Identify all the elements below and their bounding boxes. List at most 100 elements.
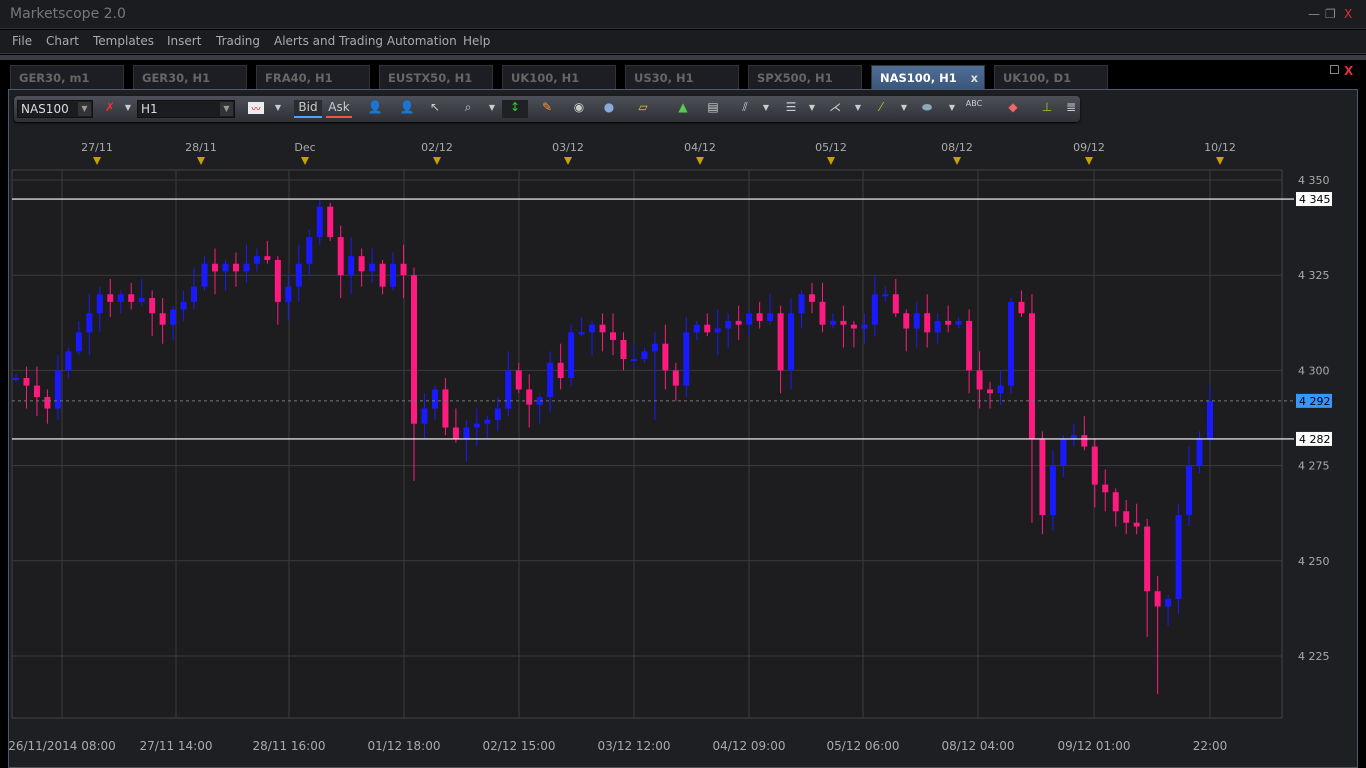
candle-body xyxy=(421,408,428,424)
candle-body xyxy=(1186,465,1193,516)
candle-body xyxy=(44,397,51,409)
date-label: 05/12 xyxy=(815,141,847,154)
y-tick-label: 4 250 xyxy=(1298,555,1330,568)
candle-body xyxy=(117,294,124,302)
candle-body xyxy=(1123,511,1130,523)
date-label: 04/12 xyxy=(684,141,716,154)
x-tick-label: 08/12 04:00 xyxy=(942,739,1015,753)
candle-body xyxy=(222,263,229,272)
candle-body xyxy=(232,263,239,272)
candle-body xyxy=(494,408,501,420)
candle xyxy=(1008,298,1014,394)
x-tick-label: 27/11 14:00 xyxy=(140,739,213,753)
candle-body xyxy=(767,313,774,321)
candle-body xyxy=(840,320,847,325)
candle-body xyxy=(966,320,973,371)
candle-body xyxy=(348,256,355,276)
candle xyxy=(1175,503,1182,615)
candle-body xyxy=(13,378,19,381)
x-tick-label: 03/12 12:00 xyxy=(598,739,671,753)
candle-body xyxy=(861,324,868,329)
candle-body xyxy=(274,259,281,302)
candle-body xyxy=(400,263,407,276)
price-chart[interactable]: 4 345 4 282 4 292 26/11/2014 08:00 27/11 14… xyxy=(0,0,1366,768)
candle-body xyxy=(1102,484,1109,493)
candle-body xyxy=(651,343,658,352)
price-tag-label: 4 345 xyxy=(1299,193,1331,206)
candle-body xyxy=(1154,591,1161,607)
y-tick-label: 4 275 xyxy=(1298,460,1330,473)
candle-body xyxy=(704,324,711,333)
date-label: 09/12 xyxy=(1073,141,1105,154)
candle-body xyxy=(913,313,920,329)
candle-body xyxy=(243,263,250,272)
candle-body xyxy=(798,294,805,314)
candle-body xyxy=(149,298,156,314)
candle-body xyxy=(1207,400,1213,439)
candle-body xyxy=(327,206,334,238)
candle-body xyxy=(620,339,627,359)
x-tick-label: 01/12 18:00 xyxy=(368,739,441,753)
candle-body xyxy=(358,256,365,272)
candle-body xyxy=(505,370,512,409)
candle-body xyxy=(714,328,721,333)
candle-body xyxy=(1091,446,1098,485)
candle-body xyxy=(411,275,417,424)
candle-body xyxy=(1028,313,1035,439)
candle-body xyxy=(463,427,470,439)
candle-body xyxy=(735,320,742,325)
candle-body xyxy=(903,313,910,329)
candle-body xyxy=(945,320,952,325)
candle-body xyxy=(725,320,732,329)
candle-body xyxy=(23,378,30,386)
candle-body xyxy=(316,206,323,238)
candle-body xyxy=(976,370,983,390)
candle-body xyxy=(128,294,135,302)
candle-body xyxy=(693,324,700,333)
candle-body xyxy=(997,385,1004,394)
candle-body xyxy=(882,294,889,297)
candle-body xyxy=(578,332,585,335)
x-tick-label: 05/12 06:00 xyxy=(827,739,900,753)
candle-body xyxy=(431,389,438,409)
candle-body xyxy=(1144,526,1151,592)
date-label: 27/11 xyxy=(81,141,113,154)
candle-body xyxy=(672,370,679,386)
candle-body xyxy=(557,362,564,379)
candle-body xyxy=(547,362,554,398)
candle-body xyxy=(484,419,491,424)
date-label: 02/12 xyxy=(421,141,453,154)
candle-body xyxy=(1081,435,1088,447)
candle-body xyxy=(159,313,166,325)
candle-body xyxy=(212,263,218,272)
candle-body xyxy=(871,294,878,325)
candle-body xyxy=(568,332,575,379)
candle-body xyxy=(683,332,690,386)
candle-body xyxy=(452,427,459,439)
x-tick-label: 26/11/2014 08:00 xyxy=(8,739,116,753)
candle-body xyxy=(1060,438,1067,466)
candle-body xyxy=(746,313,753,325)
candle-body xyxy=(630,358,637,361)
candle-body xyxy=(253,256,260,264)
candle-body xyxy=(662,343,669,371)
candle-body xyxy=(170,309,177,325)
candle-body xyxy=(788,313,795,371)
candle-body xyxy=(641,351,648,359)
candle-body xyxy=(850,324,857,329)
candle-body xyxy=(54,370,61,409)
date-label: 28/11 xyxy=(185,141,217,154)
plot-area xyxy=(11,169,1283,719)
candle-body xyxy=(295,263,302,287)
candle-body xyxy=(390,263,397,287)
y-tick-label: 4 350 xyxy=(1298,174,1330,187)
candle-body xyxy=(934,320,941,333)
candle-body xyxy=(1008,301,1014,386)
candle xyxy=(327,202,334,241)
x-tick-label: 02/12 15:00 xyxy=(483,739,556,753)
candle-body xyxy=(473,423,480,428)
candle-body xyxy=(1112,492,1119,512)
x-tick-label: 09/12 01:00 xyxy=(1058,739,1131,753)
candle-body xyxy=(442,389,449,428)
candle-body xyxy=(1039,438,1046,516)
